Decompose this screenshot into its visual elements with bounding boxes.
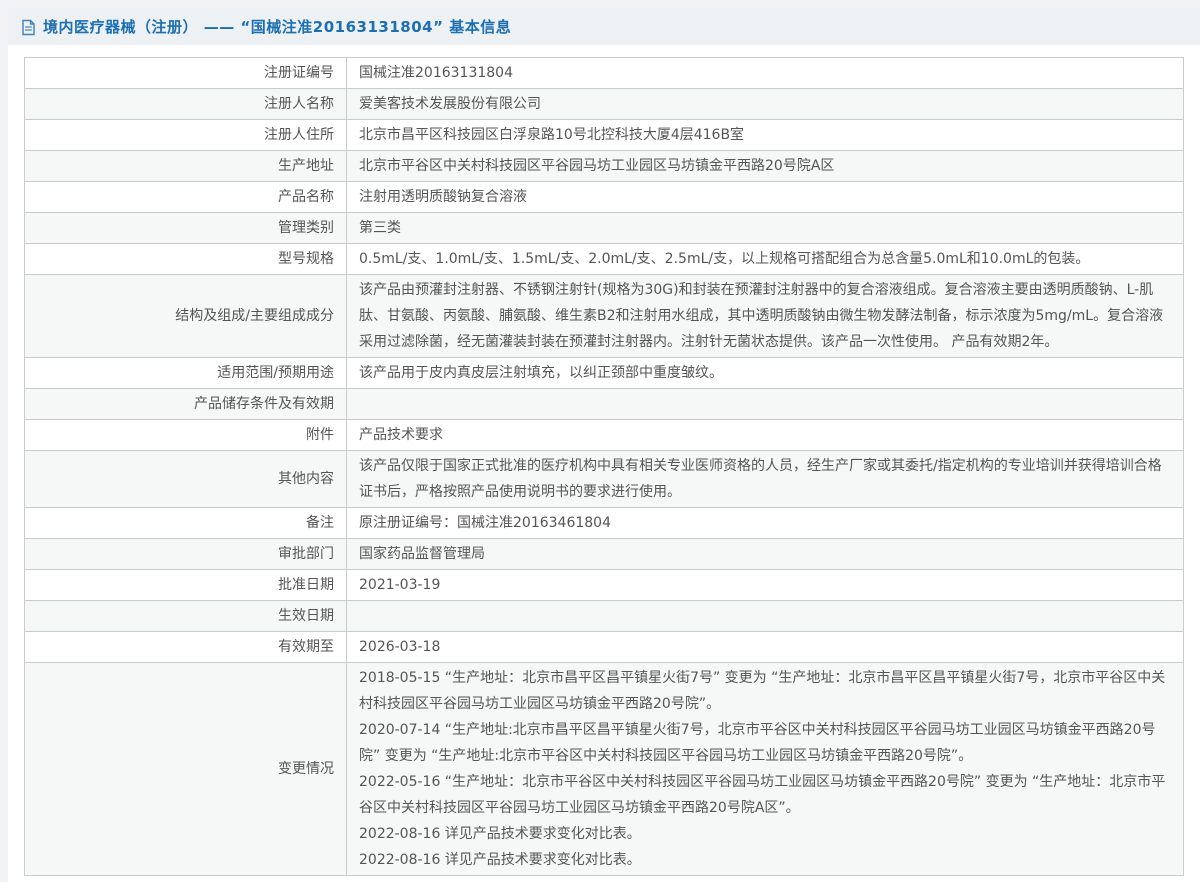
field-value: 0.5mL/支、1.0mL/支、1.5mL/支、2.0mL/支、2.5mL/支，… bbox=[347, 244, 1184, 275]
table-row-structure-composition: 结构及组成/主要组成成分 该产品由预灌封注射器、不锈钢注射针(规格为30G)和封… bbox=[25, 275, 1184, 358]
document-icon bbox=[21, 19, 36, 36]
content-panel: 境内医疗器械（注册） —— “国械注准20163131804” 基本信息 注册证… bbox=[8, 8, 1200, 882]
table-row-intended-use: 适用范围/预期用途 该产品用于皮内真皮层注射填充，以纠正颈部中重度皱纹。 bbox=[25, 358, 1184, 389]
field-value: 国械注准20163131804 bbox=[347, 58, 1184, 89]
field-value: 北京市平谷区中关村科技园区平谷园马坊工业园区马坊镇金平西路20号院A区 bbox=[347, 151, 1184, 182]
table-row-product-name: 产品名称 注射用透明质酸钠复合溶液 bbox=[25, 182, 1184, 213]
field-value: 2026-03-18 bbox=[347, 632, 1184, 663]
table-row-management-class: 管理类别 第三类 bbox=[25, 213, 1184, 244]
field-label: 注册人名称 bbox=[25, 89, 347, 120]
field-label: 管理类别 bbox=[25, 213, 347, 244]
table-row-approval-date: 批准日期 2021-03-19 bbox=[25, 570, 1184, 601]
table-row-effective-date: 生效日期 bbox=[25, 601, 1184, 632]
table-row-other-content: 其他内容 该产品仅限于国家正式批准的医疗机构中具有相关专业医师资格的人员，经生产… bbox=[25, 451, 1184, 508]
field-label: 型号规格 bbox=[25, 244, 347, 275]
table-row-valid-until: 有效期至 2026-03-18 bbox=[25, 632, 1184, 663]
section-header: 境内医疗器械（注册） —— “国械注准20163131804” 基本信息 bbox=[8, 8, 1200, 45]
field-value: 2021-03-19 bbox=[347, 570, 1184, 601]
field-label: 其他内容 bbox=[25, 451, 347, 508]
field-label: 注册证编号 bbox=[25, 58, 347, 89]
page-title: 境内医疗器械（注册） —— “国械注准20163131804” 基本信息 bbox=[43, 16, 511, 37]
field-label: 结构及组成/主要组成成分 bbox=[25, 275, 347, 358]
table-row-change-history: 变更情况 2018-05-15 “生产地址：北京市昌平区昌平镇星火街7号” 变更… bbox=[25, 663, 1184, 876]
table-row-approval-department: 审批部门 国家药品监督管理局 bbox=[25, 539, 1184, 570]
table-row-model-spec: 型号规格 0.5mL/支、1.0mL/支、1.5mL/支、2.0mL/支、2.5… bbox=[25, 244, 1184, 275]
field-value: 原注册证编号：国械注准20163461804 bbox=[347, 508, 1184, 539]
field-value: 第三类 bbox=[347, 213, 1184, 244]
field-value: 该产品由预灌封注射器、不锈钢注射针(规格为30G)和封装在预灌封注射器中的复合溶… bbox=[347, 275, 1184, 358]
field-label: 批准日期 bbox=[25, 570, 347, 601]
field-value bbox=[347, 601, 1184, 632]
field-value: 该产品仅限于国家正式批准的医疗机构中具有相关专业医师资格的人员，经生产厂家或其委… bbox=[347, 451, 1184, 508]
field-label: 适用范围/预期用途 bbox=[25, 358, 347, 389]
field-label: 产品名称 bbox=[25, 182, 347, 213]
field-value: 北京市昌平区科技园区白浮泉路10号北控科技大厦4层416B室 bbox=[347, 120, 1184, 151]
table-row-registrant-address: 注册人住所 北京市昌平区科技园区白浮泉路10号北控科技大厦4层416B室 bbox=[25, 120, 1184, 151]
table-row-registrant-name: 注册人名称 爱美客技术发展股份有限公司 bbox=[25, 89, 1184, 120]
field-label: 生产地址 bbox=[25, 151, 347, 182]
table-row-storage-conditions: 产品储存条件及有效期 bbox=[25, 389, 1184, 420]
field-value: 爱美客技术发展股份有限公司 bbox=[347, 89, 1184, 120]
field-value: 2018-05-15 “生产地址：北京市昌平区昌平镇星火街7号” 变更为 “生产… bbox=[347, 663, 1184, 876]
field-value: 该产品用于皮内真皮层注射填充，以纠正颈部中重度皱纹。 bbox=[347, 358, 1184, 389]
field-label: 生效日期 bbox=[25, 601, 347, 632]
field-label: 备注 bbox=[25, 508, 347, 539]
field-label: 有效期至 bbox=[25, 632, 347, 663]
table-row-registration-number: 注册证编号 国械注准20163131804 bbox=[25, 58, 1184, 89]
registration-info-table: 注册证编号 国械注准20163131804 注册人名称 爱美客技术发展股份有限公… bbox=[24, 57, 1184, 876]
table-row-production-address: 生产地址 北京市平谷区中关村科技园区平谷园马坊工业园区马坊镇金平西路20号院A区 bbox=[25, 151, 1184, 182]
table-row-remarks: 备注 原注册证编号：国械注准20163461804 bbox=[25, 508, 1184, 539]
field-label: 变更情况 bbox=[25, 663, 347, 876]
field-label: 附件 bbox=[25, 420, 347, 451]
field-label: 注册人住所 bbox=[25, 120, 347, 151]
field-value bbox=[347, 389, 1184, 420]
registration-info: 注册证编号 国械注准20163131804 注册人名称 爱美客技术发展股份有限公… bbox=[8, 45, 1200, 876]
table-row-attachment: 附件 产品技术要求 bbox=[25, 420, 1184, 451]
field-label: 审批部门 bbox=[25, 539, 347, 570]
field-label: 产品储存条件及有效期 bbox=[25, 389, 347, 420]
field-value: 国家药品监督管理局 bbox=[347, 539, 1184, 570]
field-value: 注射用透明质酸钠复合溶液 bbox=[347, 182, 1184, 213]
field-value: 产品技术要求 bbox=[347, 420, 1184, 451]
